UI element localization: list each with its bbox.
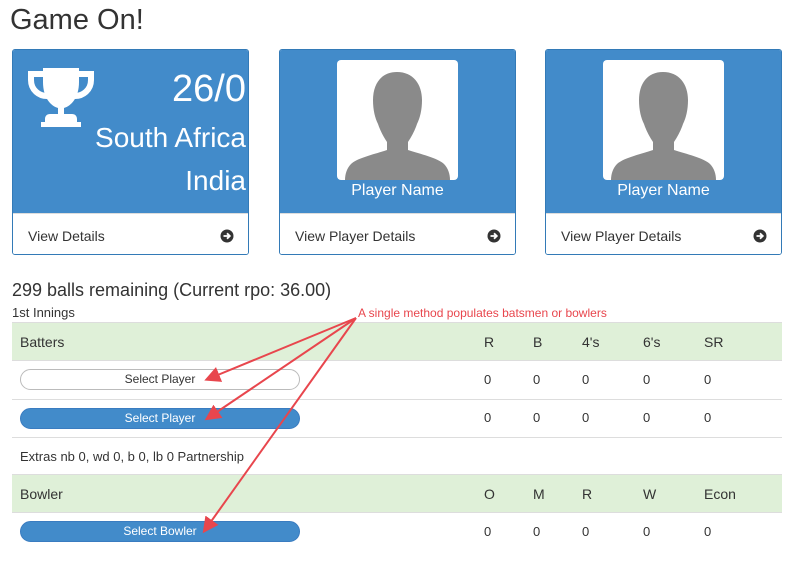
- extras-text: Extras nb 0, wd 0, b 0, lb 0 Partnership: [20, 449, 245, 464]
- overs-cell: 0: [484, 524, 492, 539]
- wickets-cell: 0: [643, 524, 651, 539]
- score-value: 26/0: [172, 68, 246, 110]
- player-name: Player Name: [351, 182, 444, 199]
- view-details-link[interactable]: View Details: [13, 213, 248, 254]
- view-player-details-link[interactable]: View Player Details: [546, 213, 781, 254]
- view-player-details-label: View Player Details: [295, 228, 416, 244]
- balls-column-header: B: [533, 334, 543, 350]
- maidens-column-header: M: [533, 486, 545, 502]
- table-row: Select Player 0 0 0 0 0: [12, 399, 782, 437]
- economy-cell: 0: [704, 524, 712, 539]
- sixes-cell: 0: [643, 372, 651, 387]
- person-silhouette-icon: [611, 72, 716, 180]
- bowlers-header-row: Bowler O M R W Econ: [12, 474, 782, 512]
- score-card: 26/0 South Africa India View Details: [12, 49, 249, 255]
- fours-cell: 0: [582, 372, 590, 387]
- arrow-circle-right-icon: [487, 229, 501, 243]
- score-card-body: 26/0 South Africa India: [13, 50, 248, 213]
- avatar: [603, 60, 724, 180]
- economy-column-header: Econ: [704, 486, 736, 502]
- wickets-column-header: W: [643, 486, 657, 502]
- runs-cell: 0: [484, 410, 492, 425]
- player-card-body: Player Name: [546, 50, 781, 213]
- overs-column-header: O: [484, 486, 495, 502]
- table-row: Select Bowler 0 0 0 0 0: [12, 512, 782, 551]
- view-player-details-label: View Player Details: [561, 228, 682, 244]
- view-player-details-link[interactable]: View Player Details: [280, 213, 515, 254]
- player-card-body: Player Name: [280, 50, 515, 213]
- player-card-1: Player Name View Player Details: [279, 49, 516, 255]
- innings-label: 1st Innings: [12, 305, 75, 320]
- batters-column-header: Batters: [20, 334, 65, 350]
- runs-column-header: R: [484, 334, 495, 350]
- strike-rate-column-header: SR: [704, 334, 724, 350]
- trophy-icon: [28, 68, 94, 127]
- fours-column-header: 4's: [582, 334, 600, 350]
- arrow-circle-right-icon: [220, 229, 234, 243]
- select-batter-dropdown[interactable]: Select Player: [20, 408, 300, 429]
- select-bowler-dropdown[interactable]: Select Bowler: [20, 521, 300, 542]
- avatar: [337, 60, 458, 180]
- balls-cell: 0: [533, 372, 541, 387]
- bowling-team-name: India: [185, 165, 246, 196]
- player-card-2: Player Name View Player Details: [545, 49, 782, 255]
- fours-cell: 0: [582, 410, 590, 425]
- page-title: Game On!: [10, 4, 144, 36]
- annotation-text: A single method populates batsmen or bow…: [358, 306, 607, 320]
- strike-rate-cell: 0: [704, 410, 712, 425]
- sixes-cell: 0: [643, 410, 651, 425]
- arrow-circle-right-icon: [753, 229, 767, 243]
- sixes-column-header: 6's: [643, 334, 661, 350]
- batters-header-row: Batters R B 4's 6's SR: [12, 322, 782, 360]
- balls-cell: 0: [533, 410, 541, 425]
- runs-conceded-column-header: R: [582, 486, 593, 502]
- select-batter-dropdown[interactable]: Select Player: [20, 369, 300, 390]
- maidens-cell: 0: [533, 524, 541, 539]
- person-silhouette-icon: [345, 72, 450, 180]
- player-name: Player Name: [617, 182, 710, 199]
- runs-cell: 0: [484, 372, 492, 387]
- batting-team-name: South Africa: [95, 122, 246, 153]
- balls-remaining-text: 299 balls remaining (Current rpo: 36.00): [12, 280, 332, 300]
- bowler-column-header: Bowler: [20, 486, 63, 502]
- table-row: Select Player 0 0 0 0 0: [12, 360, 782, 399]
- runs-conceded-cell: 0: [582, 524, 590, 539]
- view-details-label: View Details: [28, 228, 105, 244]
- strike-rate-cell: 0: [704, 372, 712, 387]
